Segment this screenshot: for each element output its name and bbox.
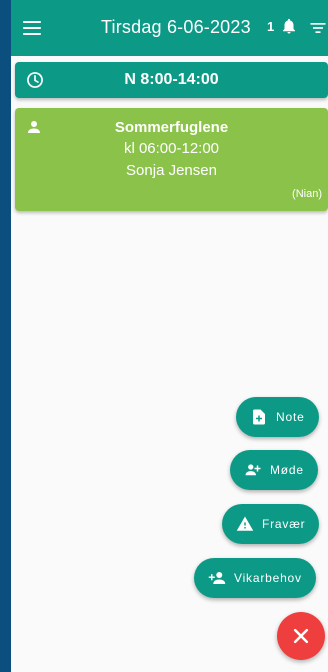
top-app-bar: Tirsdag 6-06-2023 1 [11,0,328,56]
meeting-button[interactable]: Møde [230,450,318,490]
note-add-icon [253,409,265,425]
shift-bar[interactable]: N 8:00-14:00 [15,62,328,98]
note-button[interactable]: Note [236,397,319,437]
bell-icon [283,18,296,34]
warning-icon [236,516,254,531]
substitute-label: Vikarbehov [234,571,302,585]
meeting-label: Møde [270,463,304,477]
notification-count: 1 [267,18,275,34]
substitute-button[interactable]: Vikarbehov [194,558,316,598]
booking-source: (Nian) [292,188,322,200]
group-add-icon [245,464,261,476]
booking-time: kl 06:00-12:00 [123,140,220,157]
shift-label: N 8:00-14:00 [124,71,219,88]
app-screen: Tirsdag 6-06-2023 1 N 8:00-14:00 Sommerf… [11,0,328,672]
booking-person: Sonja Jensen [126,162,217,179]
person-add-icon [208,572,226,584]
notifications-button[interactable]: 1 [267,17,298,35]
date-title[interactable]: Tirsdag 6-06-2023 [101,17,251,38]
booking-group: Sommerfuglene [114,119,229,136]
booking-card[interactable]: Sommerfuglene kl 06:00-12:00 Sonja Jense… [15,108,328,211]
absence-label: Fravær [262,517,306,531]
absence-button[interactable]: Fravær [222,504,320,544]
note-label: Note [276,410,305,424]
filter-icon[interactable] [308,18,328,38]
close-icon [293,628,309,644]
close-fab-button[interactable] [277,612,325,660]
menu-icon[interactable] [21,18,43,38]
